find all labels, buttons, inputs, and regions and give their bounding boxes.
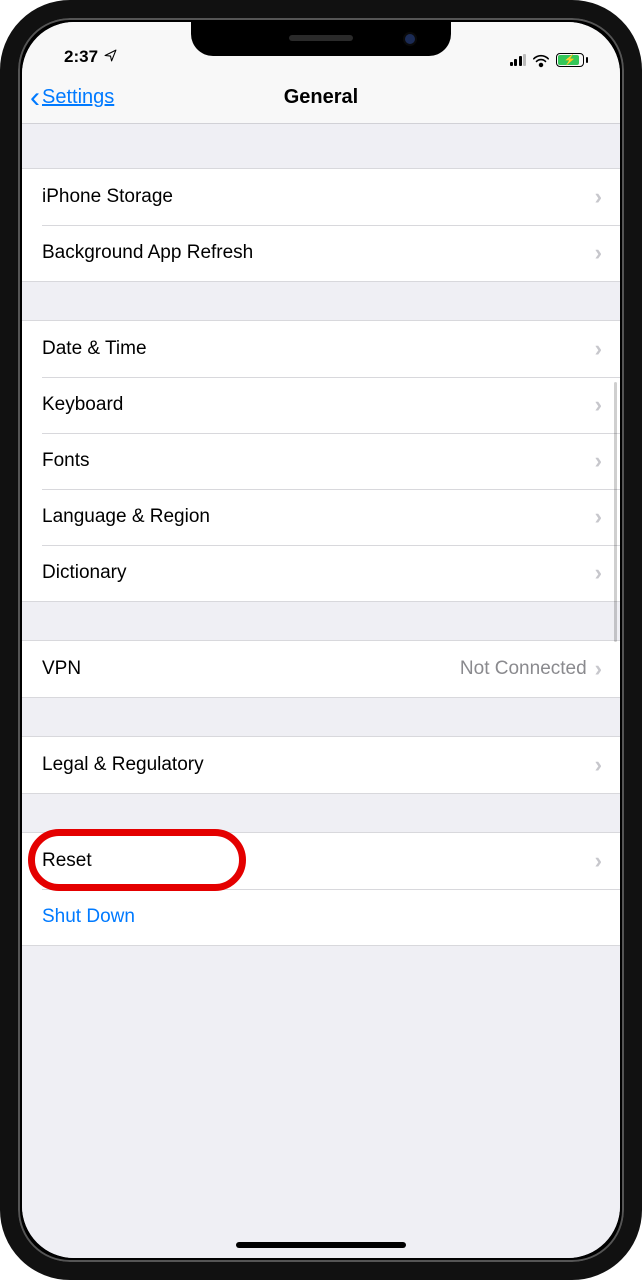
chevron-right-icon: › (595, 658, 602, 680)
settings-group: Reset› Shut Down (22, 832, 620, 946)
cell-label: Keyboard (42, 394, 595, 416)
group-gap (22, 124, 620, 168)
cell-dictionary[interactable]: Dictionary› (22, 545, 620, 601)
chevron-left-icon: ‹ (30, 83, 40, 113)
speaker-grill (289, 35, 353, 41)
status-time: 2:37 (64, 47, 98, 67)
chevron-right-icon: › (595, 338, 602, 360)
location-icon (104, 47, 117, 67)
cell-label: Fonts (42, 450, 595, 472)
battery-icon: ⚡ (556, 53, 588, 67)
page-title: General (284, 86, 358, 109)
settings-group: Legal & Regulatory› (22, 736, 620, 794)
back-label: Settings (42, 86, 114, 109)
cell-label: Legal & Regulatory (42, 754, 595, 776)
cell-background-app-refresh[interactable]: Background App Refresh› (22, 225, 620, 281)
group-gap (22, 698, 620, 736)
chevron-right-icon: › (595, 850, 602, 872)
back-button[interactable]: ‹ Settings (30, 72, 114, 123)
cell-reset[interactable]: Reset› (22, 833, 620, 889)
cell-detail: Not Connected (460, 658, 587, 680)
cell-date-time[interactable]: Date & Time› (22, 321, 620, 377)
cellular-signal-icon (510, 54, 527, 66)
settings-list[interactable]: iPhone Storage›Background App Refresh›Da… (22, 124, 620, 1258)
chevron-right-icon: › (595, 242, 602, 264)
home-indicator[interactable] (236, 1242, 406, 1248)
cell-label: Background App Refresh (42, 242, 595, 264)
cell-fonts[interactable]: Fonts› (22, 433, 620, 489)
cell-language-region[interactable]: Language & Region› (22, 489, 620, 545)
cell-label: Reset (42, 850, 595, 872)
chevron-right-icon: › (595, 186, 602, 208)
nav-bar: ‹ Settings General (22, 72, 620, 124)
group-gap (22, 602, 620, 640)
cell-label: Date & Time (42, 338, 595, 360)
settings-group: VPNNot Connected › (22, 640, 620, 698)
notch (191, 22, 451, 56)
chevron-right-icon: › (595, 394, 602, 416)
chevron-right-icon: › (595, 506, 602, 528)
chevron-right-icon: › (595, 562, 602, 584)
cell-shut-down[interactable]: Shut Down (22, 889, 620, 945)
wifi-icon (532, 53, 550, 67)
chevron-right-icon: › (595, 754, 602, 776)
group-gap (22, 794, 620, 832)
cell-label: Language & Region (42, 506, 595, 528)
cell-iphone-storage[interactable]: iPhone Storage› (22, 169, 620, 225)
chevron-right-icon: › (595, 450, 602, 472)
cell-label: VPN (42, 658, 460, 680)
device-frame: 2:37 ⚡ ‹ Settings Gen (0, 0, 642, 1280)
front-camera (405, 34, 415, 44)
cell-legal-regulatory[interactable]: Legal & Regulatory› (22, 737, 620, 793)
screen: 2:37 ⚡ ‹ Settings Gen (22, 22, 620, 1258)
settings-group: Date & Time›Keyboard›Fonts›Language & Re… (22, 320, 620, 602)
cell-label: Dictionary (42, 562, 595, 584)
cell-label: iPhone Storage (42, 186, 595, 208)
cell-vpn[interactable]: VPNNot Connected › (22, 641, 620, 697)
settings-group: iPhone Storage›Background App Refresh› (22, 168, 620, 282)
scroll-indicator (614, 382, 617, 642)
group-gap (22, 282, 620, 320)
cell-label: Shut Down (42, 906, 602, 928)
cell-keyboard[interactable]: Keyboard› (22, 377, 620, 433)
